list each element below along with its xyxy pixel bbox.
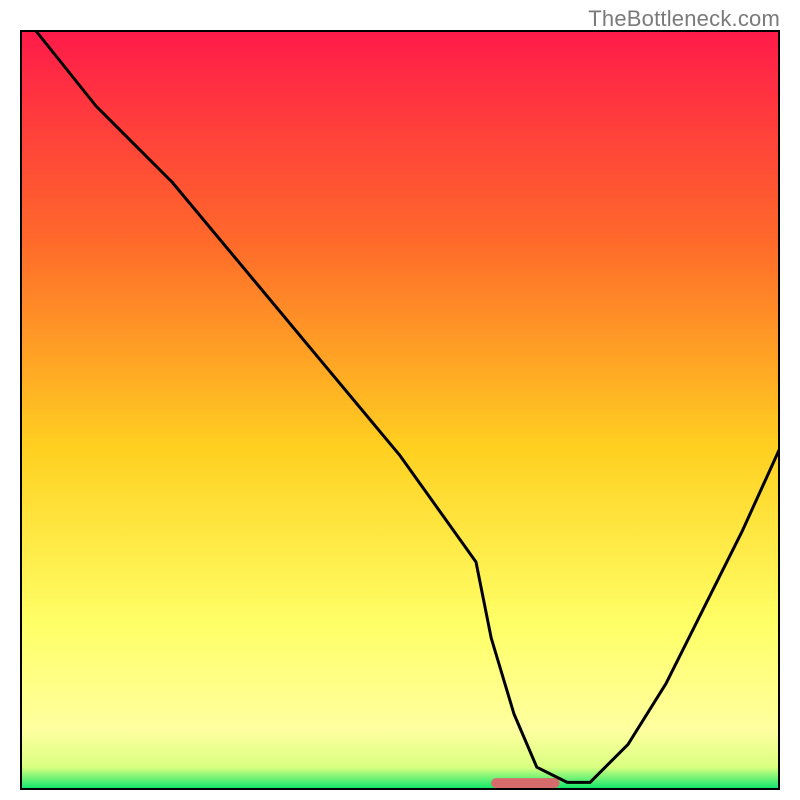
chart-svg (20, 30, 780, 790)
bottleneck-chart (20, 30, 780, 790)
optimal-range-marker (491, 778, 559, 788)
watermark-text: TheBottleneck.com (588, 6, 780, 32)
